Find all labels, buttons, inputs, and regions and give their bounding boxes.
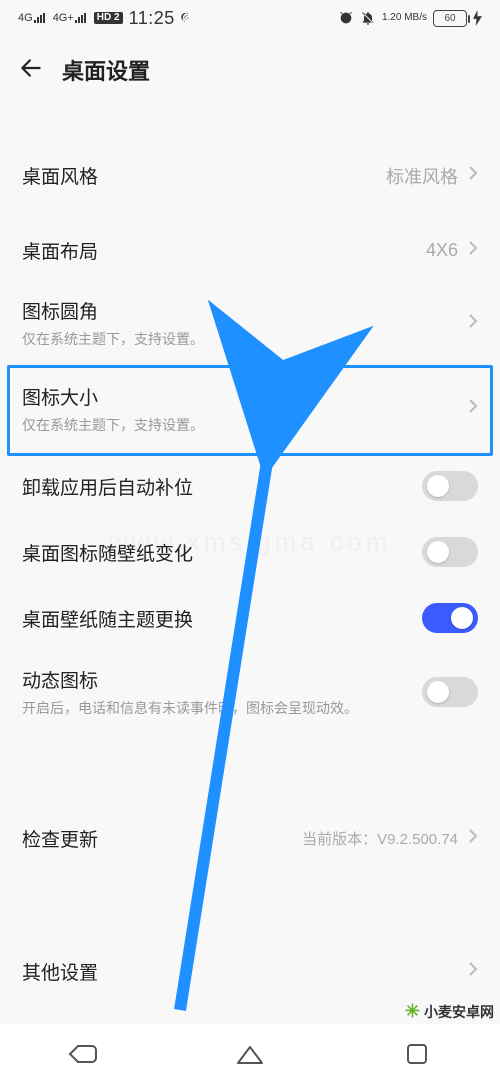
status-bar: 4G 4G+ HD 2 11:25 1.20 MB/s 60: [0, 0, 500, 36]
row-title: 桌面布局: [22, 237, 98, 264]
row-title: 桌面图标随壁纸变化: [22, 539, 193, 566]
page-header: 桌面设置: [0, 36, 500, 104]
chevron-right-icon: [468, 828, 478, 849]
row-value: 标准风格: [386, 163, 458, 189]
row-desktop-style[interactable]: 桌面风格 标准风格: [0, 144, 500, 207]
row-title: 图标圆角: [22, 297, 204, 324]
row-title: 桌面风格: [22, 162, 98, 189]
nav-bar: [0, 1024, 500, 1084]
chevron-right-icon: [468, 961, 478, 982]
nav-back-button[interactable]: [64, 1035, 102, 1073]
mute-icon: [360, 10, 376, 26]
row-check-update[interactable]: 检查更新 当前版本：V9.2.500.74: [0, 807, 500, 870]
chevron-right-icon: [468, 398, 478, 419]
chevron-right-icon: [468, 165, 478, 186]
nav-back-icon: [68, 1042, 98, 1066]
status-time: 11:25: [129, 8, 175, 29]
signal-4gplus-icon: 4G+: [53, 12, 88, 24]
toggle-dynamic-icon[interactable]: [422, 677, 478, 707]
row-title: 桌面壁纸随主题更换: [22, 605, 193, 632]
nav-home-icon: [236, 1043, 264, 1065]
hotspot-icon: [181, 11, 195, 25]
arrow-left-icon: [18, 55, 44, 81]
row-title: 检查更新: [22, 825, 98, 852]
row-title: 动态图标: [22, 666, 358, 693]
nav-recents-icon: [406, 1043, 428, 1065]
row-icon-wallpaper: 桌面图标随壁纸变化: [0, 519, 500, 585]
back-button[interactable]: [18, 55, 44, 86]
row-title: 其他设置: [22, 958, 98, 985]
chevron-right-icon: [468, 240, 478, 261]
row-subtitle: 仅在系统主题下，支持设置。: [22, 330, 204, 350]
toggle-icon-wallpaper[interactable]: [422, 537, 478, 567]
alarm-icon: [338, 10, 354, 26]
hd-badge: HD 2: [94, 12, 123, 24]
toggle-auto-fill[interactable]: [422, 471, 478, 501]
row-icon-corner[interactable]: 图标圆角 仅在系统主题下，支持设置。: [0, 282, 500, 368]
watermark-brand: ✳ 小麦安卓网: [405, 1001, 494, 1022]
settings-list: 桌面风格 标准风格 桌面布局 4X6 图标圆角 仅在系统主题下，支持设置。 图标…: [0, 104, 500, 1003]
row-dynamic-icon: 动态图标 开启后，电话和信息有未读事件时，图标会呈现动效。: [0, 651, 500, 737]
net-speed: 1.20 MB/s: [382, 13, 427, 23]
watermark-logo-icon: ✳: [405, 1001, 420, 1022]
row-title: 卸载应用后自动补位: [22, 473, 193, 500]
row-wallpaper-theme: 桌面壁纸随主题更换: [0, 585, 500, 651]
row-icon-size[interactable]: 图标大小 仅在系统主题下，支持设置。: [0, 368, 500, 454]
row-auto-fill: 卸载应用后自动补位: [0, 453, 500, 519]
row-title: 图标大小: [22, 383, 204, 410]
toggle-wallpaper-theme[interactable]: [422, 603, 478, 633]
row-subtitle: 仅在系统主题下，支持设置。: [22, 416, 204, 436]
charging-icon: [473, 10, 482, 26]
row-value: 当前版本：V9.2.500.74: [302, 828, 458, 849]
signal-4g-icon: 4G: [18, 12, 47, 24]
row-value: 4X6: [426, 240, 458, 261]
row-desktop-layout[interactable]: 桌面布局 4X6: [0, 219, 500, 282]
page-title: 桌面设置: [62, 54, 150, 86]
row-other-settings[interactable]: 其他设置: [0, 940, 500, 1003]
row-subtitle: 开启后，电话和信息有未读事件时，图标会呈现动效。: [22, 699, 358, 719]
nav-home-button[interactable]: [231, 1035, 269, 1073]
nav-recents-button[interactable]: [398, 1035, 436, 1073]
chevron-right-icon: [468, 313, 478, 334]
battery-icon: 60: [433, 10, 467, 27]
